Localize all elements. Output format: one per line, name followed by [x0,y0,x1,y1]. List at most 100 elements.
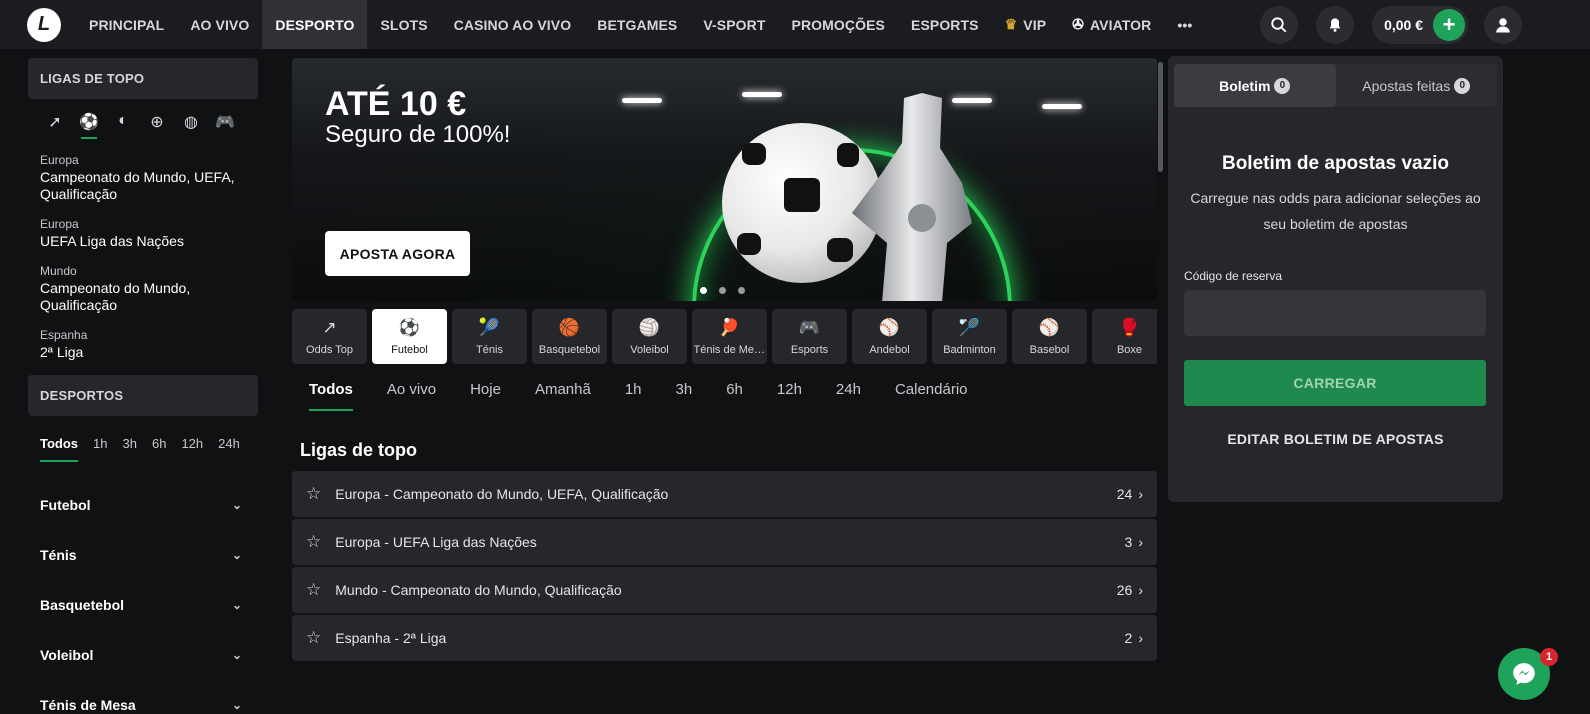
time-tab[interactable]: 24h [836,377,861,411]
promo-banner[interactable]: ATÉ 10 € Seguro de 100%! APOSTA AGORA [292,58,1157,301]
deposit-plus-button[interactable]: + [1433,8,1465,41]
sidebar-sport-row[interactable]: Basquetebol ⌄ [28,580,258,630]
sidebar-volleyball[interactable]: ◍ [174,109,208,143]
sidebar-sport-row[interactable]: Ténis ⌄ [28,530,258,580]
nav-item-ao-vivo[interactable]: AO VIVO [177,0,262,49]
star-icon[interactable]: ☆ [306,628,321,648]
nav-item-v-sport[interactable]: V-SPORT [690,0,778,49]
time-tab[interactable]: 12h [777,377,802,411]
sidebar-odds-top[interactable]: ➚ [38,109,72,143]
sport-tab[interactable]: 🏐 Voleibol [612,309,687,364]
time-tab[interactable]: 1h [625,377,642,411]
more-menu-icon[interactable]: ••• [1164,0,1205,49]
star-icon[interactable]: ☆ [306,532,321,552]
search-button[interactable] [1260,5,1299,44]
sidebar-basketball[interactable]: ⊕ [140,109,174,143]
tab-boletim-label: Boletim [1219,77,1271,94]
sidebar-time-filters: Todos 1h 3h 6h 12h 24h [28,416,258,480]
sport-tab[interactable]: 🏓 Ténis de Mesa [692,309,767,364]
user-icon [1496,17,1510,32]
edit-betslip-button[interactable]: EDITAR BOLETIM DE APOSTAS [1168,431,1503,447]
sidebar-esports[interactable]: 🎮 [208,109,242,143]
search-icon [1271,16,1287,32]
league-row[interactable]: ☆ Europa - Campeonato do Mundo, UEFA, Qua… [292,471,1157,517]
load-button[interactable]: CARREGAR [1184,360,1486,406]
carousel-dot[interactable] [700,287,707,294]
tab-boletim[interactable]: Boletim 0 [1174,64,1336,107]
sidebar-sport-row[interactable]: Futebol ⌄ [28,480,258,530]
carousel-dot[interactable] [738,287,745,294]
sidebar-time-filter[interactable]: 1h [93,436,107,462]
top-leagues-header: LIGAS DE TOPO [28,58,258,99]
sidebar-time-filter[interactable]: 6h [152,436,166,462]
bet-now-button[interactable]: APOSTA AGORA [325,231,470,276]
sidebar-time-filter[interactable]: 3h [123,436,137,462]
sidebar-time-filter[interactable]: 24h [218,436,240,462]
sidebar-league-item[interactable]: Espanha 2ª Liga [28,328,258,361]
balance-display[interactable]: 0,00 € + [1372,5,1468,44]
sport-tab[interactable]: ⚽ Futebol [372,309,447,364]
sport-tab[interactable]: 🏸 Badminton [932,309,1007,364]
carousel-dot[interactable] [719,287,726,294]
chat-badge: 1 [1540,648,1558,666]
time-tab[interactable]: 6h [726,377,743,411]
sport-tab[interactable]: ↗ Odds Top [292,309,367,364]
sport-tab[interactable]: 🏀 Basquetebol [532,309,607,364]
notifications-button[interactable] [1316,5,1355,44]
nav-item-principal[interactable]: PRINCIPAL [76,0,177,49]
nav-item-vip[interactable]: ♛ VIP [992,0,1060,49]
banner-title: ATÉ 10 € [325,85,467,123]
sidebar-football[interactable]: ⚽ [72,109,106,143]
sidebar-league-item[interactable]: Mundo Campeonato do Mundo, Qualificação [28,264,258,314]
time-tab[interactable]: Amanhã [535,377,591,411]
league-row[interactable]: ☆ Europa - UEFA Liga das Nações 3 › [292,519,1157,565]
sidebar-league-name: 2ª Liga [40,344,84,360]
scrollbar[interactable] [1158,56,1165,176]
sport-tab[interactable]: 🥊 Boxe [1092,309,1157,364]
sidebar-tennis[interactable]: ◐ [106,109,140,143]
sport-tab-label: Basebol [1029,344,1070,356]
sport-tab[interactable]: 🎾 Ténis [452,309,527,364]
sidebar-sport-label: Ténis [40,547,77,563]
sidebar-sport-row[interactable]: Ténis de Mesa ⌄ [28,680,258,714]
league-row[interactable]: ☆ Espanha - 2ª Liga 2 › [292,615,1157,661]
sidebar-sport-row[interactable]: Voleibol ⌄ [28,630,258,680]
sidebar-league-category: Europa [40,153,79,167]
star-icon[interactable]: ☆ [306,484,321,504]
tennis-icon: 🎾 [478,318,501,337]
sport-tab[interactable]: 🎮 Esports [772,309,847,364]
nav-item-promo-es[interactable]: PROMOÇÕES [779,0,898,49]
league-row[interactable]: ☆ Mundo - Campeonato do Mundo, Qualificaç… [292,567,1157,613]
nav-item-desporto[interactable]: DESPORTO [262,0,368,49]
nav-item-aviator[interactable]: ✇ AVIATOR [1059,0,1164,49]
nav-item-slots[interactable]: SLOTS [367,0,440,49]
boxing-icon: 🥊 [1118,318,1141,337]
sidebar-league-item[interactable]: Europa UEFA Liga das Nações [28,217,258,250]
nav-item-label: PRINCIPAL [89,16,165,33]
nav-item-betgames[interactable]: BETGAMES [584,0,690,49]
chevron-right-icon: › [1138,486,1143,502]
booking-code-label: Código de reserva [1184,269,1283,283]
booking-code-input[interactable] [1184,290,1486,336]
sidebar-league-item[interactable]: Europa Campeonato do Mundo, UEFA, Qualifi… [28,153,258,203]
time-tab[interactable]: Todos [309,377,353,411]
tab-apostas-feitas[interactable]: Apostas feitas 0 [1336,64,1498,107]
scrollbar-thumb[interactable] [1158,62,1163,172]
sport-tab[interactable]: ⚾ Andebol [852,309,927,364]
time-tab[interactable]: 3h [676,377,693,411]
sidebar-league-name: Campeonato do Mundo, Qualificação [40,280,191,313]
time-tab[interactable]: Ao vivo [387,377,436,411]
sidebar-league-name: UEFA Liga das Nações [40,233,184,249]
league-list: ☆ Europa - Campeonato do Mundo, UEFA, Qua… [292,471,1157,661]
star-icon[interactable]: ☆ [306,580,321,600]
sport-tab[interactable]: ⚾ Basebol [1012,309,1087,364]
time-tab[interactable]: Hoje [470,377,501,411]
nav-item-casino-ao-vivo[interactable]: CASINO AO VIVO [441,0,585,49]
account-button[interactable] [1484,5,1522,44]
nav-item-esports[interactable]: ESPORTS [898,0,992,49]
gamepad-icon: 🎮 [215,114,235,131]
logo[interactable]: L [27,7,61,42]
sidebar-time-filter[interactable]: 12h [181,436,203,462]
sidebar-time-filter[interactable]: Todos [40,436,79,462]
time-tab[interactable]: Calendário [895,377,968,411]
